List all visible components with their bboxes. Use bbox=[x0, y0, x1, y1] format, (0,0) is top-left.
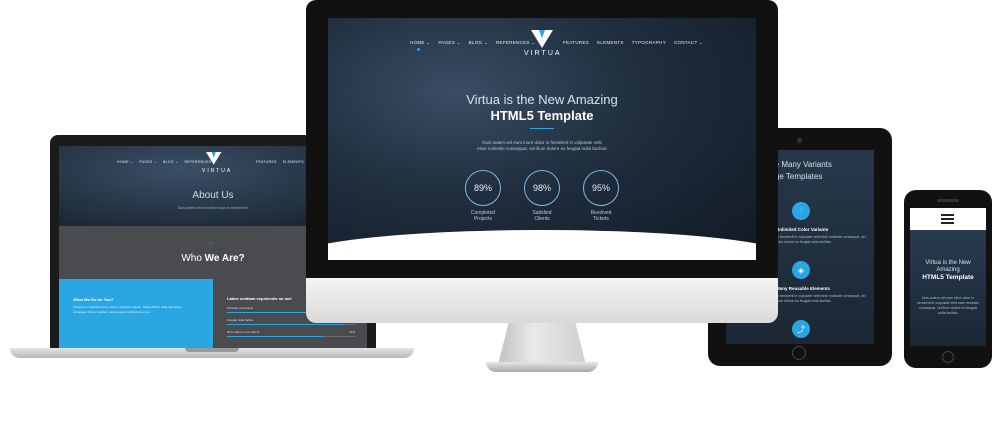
heart-icon: ♡ bbox=[207, 241, 215, 250]
stat-label: Projects bbox=[473, 216, 493, 222]
nav-home[interactable]: HOME ⌄ bbox=[410, 40, 430, 46]
stat-tickets: 95% Resolved Tickets bbox=[576, 170, 626, 222]
stat-label: Tickets bbox=[593, 216, 609, 222]
laptop-skill-label: Illum dolore eu hendrerit bbox=[227, 330, 260, 334]
tablet-home-button[interactable] bbox=[792, 346, 806, 360]
stat-ring: 95% bbox=[583, 170, 619, 206]
monitor-stand-base bbox=[486, 362, 598, 372]
phone-home-button[interactable] bbox=[942, 351, 954, 363]
stat-ring: 89% bbox=[465, 170, 501, 206]
monitor-screen: HOME ⌄ PAGES ⌄ BLOG ⌄ REFERENCES ⌄ FEATU… bbox=[328, 18, 756, 260]
laptop-nav-home[interactable]: HOME ⌄ bbox=[117, 160, 133, 164]
menu-icon[interactable] bbox=[941, 214, 954, 224]
cube-icon: ◈ bbox=[792, 261, 810, 279]
hero-text-2: esse molestie consequat, vel illum dolor… bbox=[477, 146, 607, 151]
laptop-nav-pages[interactable]: PAGES ⌄ bbox=[139, 160, 157, 164]
monitor-nav-left: HOME ⌄ PAGES ⌄ BLOG ⌄ REFERENCES ⌄ bbox=[410, 40, 535, 46]
hero-divider bbox=[530, 128, 554, 129]
stat-ring: 98% bbox=[524, 170, 560, 206]
laptop-skill-row: Illum dolore eu hendrerit 75% bbox=[227, 330, 355, 337]
laptop-logo-text: VIRTUA bbox=[202, 168, 233, 174]
laptop-skill-value: 75% bbox=[348, 330, 355, 334]
nav-references[interactable]: REFERENCES ⌄ bbox=[496, 40, 535, 46]
nav-blog[interactable]: BLOG ⌄ bbox=[469, 40, 488, 46]
monitor-chin bbox=[306, 278, 778, 323]
sliders-icon: ⫶ bbox=[792, 202, 810, 220]
laptop-skills-title: Latine omittam expetendis no mei bbox=[227, 296, 292, 301]
laptop-notch bbox=[185, 348, 239, 352]
nav-pages[interactable]: PAGES ⌄ bbox=[438, 40, 460, 46]
nav-contact[interactable]: CONTACT ⌄ bbox=[674, 40, 703, 46]
monitor-nav-right: FEATURES ELEMENTS TYPOGRAPHY CONTACT ⌄ bbox=[563, 40, 703, 46]
stat-label: Clients bbox=[534, 216, 550, 222]
monitor-logo[interactable] bbox=[531, 30, 553, 48]
monitor-logo-text: VIRTUA bbox=[524, 50, 562, 57]
tablet-camera-icon bbox=[797, 138, 802, 143]
nav-features[interactable]: FEATURES bbox=[563, 40, 589, 46]
logo-v-icon bbox=[531, 30, 553, 48]
logo-v-icon bbox=[206, 152, 222, 165]
laptop-nav-elements[interactable]: ELEMENTS bbox=[283, 160, 304, 164]
tablet-feature-text: in hendrerit in vulputate velit esse mol… bbox=[776, 294, 866, 303]
laptop-who-bold: We Are? bbox=[204, 253, 245, 264]
monitor-stand-neck bbox=[498, 323, 586, 365]
laptop-nav-blog[interactable]: BLOG ⌄ bbox=[163, 160, 178, 164]
phone-speaker bbox=[937, 199, 959, 202]
laptop-card-text: Vivamus in vulputate risus, quis ex inte… bbox=[73, 305, 182, 314]
phone-screen: Virtua is the New Amazing HTML5 Template… bbox=[910, 208, 986, 346]
laptop-logo[interactable]: VIRTUA bbox=[202, 152, 232, 174]
laptop-nav-features[interactable]: FEATURES bbox=[256, 160, 277, 164]
phone-hero-line2: Amazing bbox=[936, 267, 960, 273]
share-icon: ⤴ bbox=[792, 320, 810, 338]
phone-header bbox=[910, 208, 986, 230]
hero-title-line1: Virtua is the New Amazing bbox=[466, 92, 618, 107]
nav-typography[interactable]: TYPOGRAPHY bbox=[632, 40, 666, 46]
tablet-feature-title: Unlimited Color Variants bbox=[776, 227, 829, 232]
phone-hero-line1: Virtua is the New bbox=[925, 260, 971, 266]
phone-hero-text: Duis autem vel eum iriure dolor in hendr… bbox=[916, 296, 980, 315]
nav-elements[interactable]: ELEMENTS bbox=[597, 40, 624, 46]
stat-projects: 89% Completed Projects bbox=[458, 170, 508, 222]
hero-bottom-curve bbox=[328, 230, 756, 260]
phone-hero-line3: HTML5 Template bbox=[922, 274, 974, 281]
stat-clients: 98% Satisfied Clients bbox=[517, 170, 567, 222]
hero-title-line2: HTML5 Template bbox=[490, 108, 594, 123]
nav-active-indicator bbox=[417, 48, 420, 51]
tablet-feature-title: Many Reusable Elements bbox=[776, 286, 831, 291]
laptop-card-title: What We Do for You? bbox=[73, 297, 114, 302]
tablet-feature-text: in hendrerit in vulputate velit esse mol… bbox=[776, 235, 866, 244]
laptop-who-light: Who bbox=[181, 253, 202, 264]
laptop-feature-card: What We Do for You? Vivamus in vulputate… bbox=[59, 279, 213, 348]
